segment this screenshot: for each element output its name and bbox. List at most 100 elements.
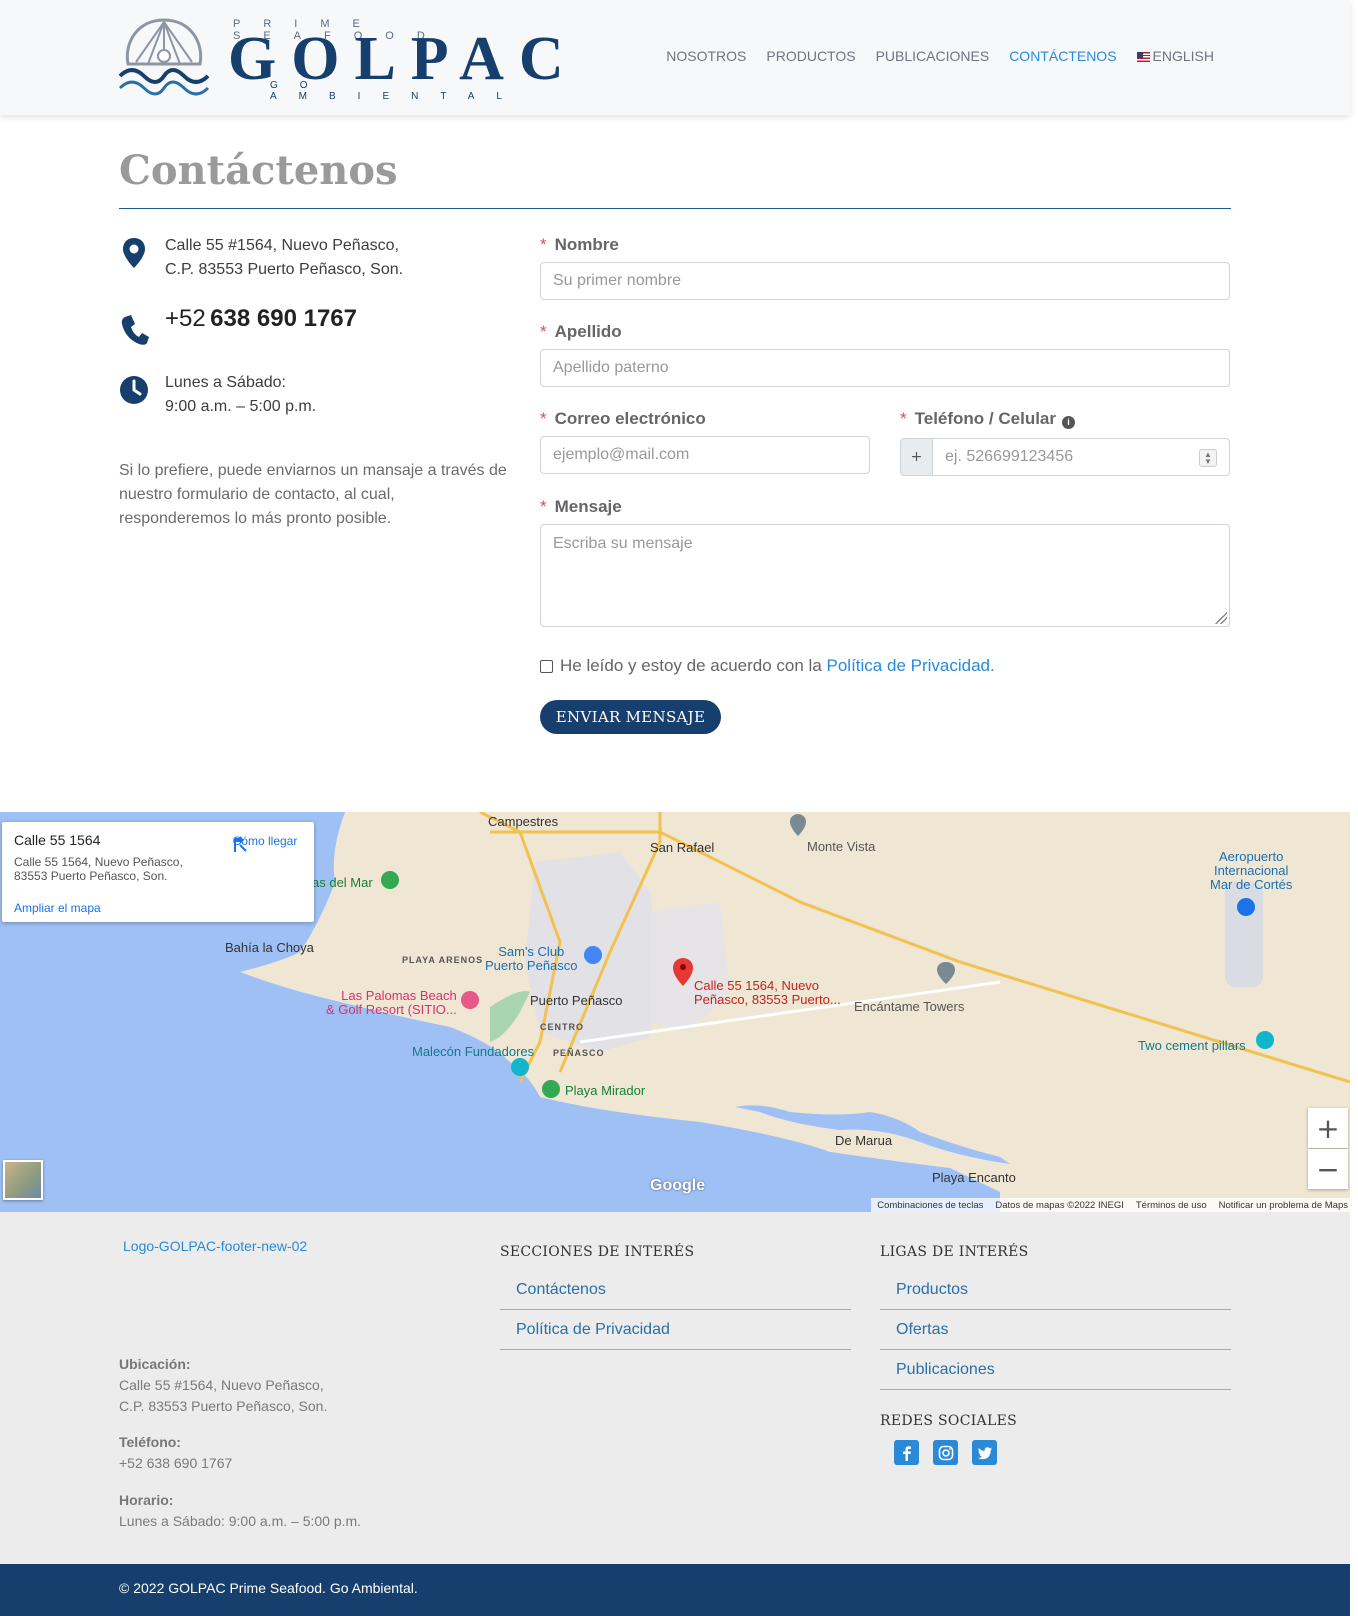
footer-location: Ubicación: Calle 55 #1564, Nuevo Peñasco… [119, 1356, 328, 1414]
map-pin-icon [123, 238, 145, 268]
map-label-malecon[interactable]: Malecón Fundadores [412, 1044, 534, 1059]
shell-logo-icon [118, 18, 210, 96]
nombre-input[interactable]: Su primer nombre [540, 262, 1230, 300]
page-title: Contáctenos [119, 147, 398, 194]
telefono-label: * Teléfono / Celular i [900, 409, 1075, 429]
send-message-button[interactable]: ENVIAR MENSAJE [540, 700, 721, 734]
apellido-label: * Apellido [540, 322, 622, 341]
resize-handle-icon[interactable] [1215, 612, 1227, 624]
google-logo: Google [650, 1177, 706, 1194]
ligas-heading: LIGAS DE INTERÉS [880, 1244, 1029, 1260]
redes-heading: REDES SOCIALES [880, 1413, 1017, 1429]
nombre-label: * Nombre [540, 235, 619, 254]
nav-contactenos[interactable]: CONTÁCTENOS [1009, 48, 1116, 64]
footer-link-publicaciones[interactable]: Publicaciones [880, 1350, 1231, 1390]
map-label-encantame[interactable]: Encántame Towers [854, 999, 964, 1014]
map-label-as-del-mar[interactable]: as del Mar [312, 875, 373, 890]
phone-field[interactable]: ej. 526699123456 ▲ ▼ [932, 438, 1230, 476]
nav-english-label: ENGLISH [1152, 48, 1214, 64]
report-problem-link[interactable]: Notificar un problema de Maps [1219, 1200, 1348, 1211]
phone-prefix-addon: + [900, 438, 933, 476]
instagram-icon[interactable] [933, 1440, 958, 1465]
map-info-card: Calle 55 1564 Calle 55 1564, Nuevo Peñas… [2, 822, 314, 922]
ligas-list: Productos Ofertas Publicaciones [880, 1270, 1231, 1390]
map-attribution-bar: Combinaciones de teclas Datos de mapas ©… [871, 1198, 1350, 1212]
secciones-heading: SECCIONES DE INTERÉS [500, 1244, 695, 1260]
map-data-credit: Datos de mapas ©2022 INEGI [995, 1199, 1124, 1211]
map-enlarge-link[interactable]: Ampliar el mapa [14, 901, 101, 915]
phone-prefix: +52 [165, 305, 206, 332]
footer-link-privacidad[interactable]: Política de Privacidad [500, 1310, 851, 1350]
address-line-2: C.P. 83553 Puerto Peñasco, Son. [165, 261, 404, 278]
phone-icon [121, 315, 149, 345]
directions-button[interactable]: Cómo llegar [230, 834, 300, 852]
address-line-1: Calle 55 #1564, Nuevo Peñasco, [165, 237, 399, 254]
number-spinner-icon[interactable]: ▲ ▼ [1199, 449, 1217, 467]
map-label-de-marua: De Marua [835, 1133, 893, 1148]
keyboard-shortcuts-link[interactable]: Combinaciones de teclas [877, 1200, 983, 1211]
nav-nosotros[interactable]: NOSOTROS [666, 48, 746, 64]
map-label-two-cement[interactable]: Two cement pillars [1138, 1038, 1246, 1053]
map-label-pin[interactable]: Calle 55 1564, Nuevo Peñasco, 83553 Puert… [694, 979, 841, 1007]
footer-phone: Teléfono: +52 638 690 1767 [119, 1434, 233, 1471]
contact-intro-text: Si lo prefiere, puede enviarnos un mansa… [119, 462, 507, 527]
us-flag-icon [1136, 52, 1150, 62]
map-label-monte-vista[interactable]: Monte Vista [807, 839, 875, 854]
correo-label: * Correo electrónico [540, 409, 706, 428]
privacy-policy-link[interactable]: Política de Privacidad. [827, 656, 995, 675]
footer-link-contactenos[interactable]: Contáctenos [500, 1270, 851, 1310]
google-map[interactable]: Campestres San Rafael Monte Vista Aeropu… [0, 812, 1350, 1212]
site-footer: Logo-GOLPAC-footer-new-02 Ubicación: Cal… [0, 1212, 1350, 1564]
map-label-playa-encanto: Playa Encanto [932, 1170, 1016, 1185]
message-textarea[interactable]: Escriba su mensaje [540, 524, 1230, 627]
directions-icon [234, 836, 247, 852]
phone-placeholder: ej. 526699123456 [945, 448, 1074, 465]
title-divider [119, 208, 1231, 209]
phone-number[interactable]: 638 690 1767 [210, 305, 357, 332]
zoom-in-button[interactable]: + [1308, 1108, 1348, 1148]
nav-publicaciones[interactable]: PUBLICACIONES [876, 48, 990, 64]
map-label-penasco: PEÑASCO [553, 1048, 605, 1058]
map-card-title: Calle 55 1564 [14, 832, 101, 848]
satellite-view-toggle[interactable] [3, 1160, 43, 1200]
secciones-list: Contáctenos Política de Privacidad [500, 1270, 851, 1350]
map-label-puerto-penasco: Puerto Peñasco [530, 993, 623, 1008]
footer-phone-label: Teléfono: [119, 1434, 181, 1450]
privacy-label: He leído y estoy de acuerdo con la Polít… [560, 656, 995, 675]
site-header: PRIME SEAFOOD GOLPAC GO AMBIENTAL NOSOTR… [0, 0, 1350, 115]
facebook-icon[interactable] [894, 1440, 919, 1465]
footer-logo-broken-image[interactable]: Logo-GOLPAC-footer-new-02 [123, 1238, 313, 1254]
zoom-out-button[interactable]: − [1308, 1149, 1348, 1189]
copyright-text: © 2022 GOLPAC Prime Seafood. Go Ambienta… [119, 1580, 418, 1596]
footer-location-label: Ubicación: [119, 1356, 191, 1372]
map-label-playa-mirador[interactable]: Playa Mirador [565, 1083, 645, 1098]
nav-productos[interactable]: PRODUCTOS [766, 48, 855, 64]
mensaje-label: * Mensaje [540, 497, 622, 516]
map-card-address: Calle 55 1564, Nuevo Peñasco, 83553 Puert… [14, 855, 183, 883]
footer-link-ofertas[interactable]: Ofertas [880, 1310, 1231, 1350]
map-label-playa-arenos: PLAYA ARENOS [402, 955, 484, 965]
footer-link-productos[interactable]: Productos [880, 1270, 1231, 1310]
message-placeholder: Escriba su mensaje [553, 535, 693, 552]
copyright-bar: © 2022 GOLPAC Prime Seafood. Go Ambienta… [0, 1564, 1350, 1616]
nav-english[interactable]: ENGLISH [1136, 48, 1214, 64]
logo-tagline-bottom: GO AMBIENTAL [270, 80, 524, 102]
map-label-campestres: Campestres [488, 814, 559, 829]
email-field[interactable]: ejemplo@mail.com [540, 436, 870, 474]
terms-link[interactable]: Términos de uso [1136, 1200, 1207, 1211]
social-icons [894, 1440, 997, 1465]
map-label-centro: CENTRO [540, 1022, 584, 1032]
map-label-san-rafael: San Rafael [650, 840, 715, 855]
hours-line-1: Lunes a Sábado: [165, 374, 286, 391]
hours-line-2: 9:00 a.m. – 5:00 p.m. [165, 398, 317, 415]
map-label-sams-club[interactable]: Sam's Club Puerto Peñasco [485, 945, 578, 973]
footer-hours-label: Horario: [119, 1492, 174, 1508]
info-icon[interactable]: i [1062, 416, 1075, 429]
map-label-las-palomas[interactable]: Las Palomas Beach & Golf Resort (SITIO... [326, 989, 457, 1017]
golpac-logo[interactable]: PRIME SEAFOOD GOLPAC GO AMBIENTAL [118, 12, 564, 102]
twitter-icon[interactable] [972, 1440, 997, 1465]
contact-page: PRIME SEAFOOD GOLPAC GO AMBIENTAL NOSOTR… [0, 0, 1358, 1616]
apellido-input[interactable]: Apellido paterno [540, 349, 1230, 387]
privacy-checkbox[interactable] [540, 660, 553, 673]
map-label-aeropuerto[interactable]: Aeropuerto Internacional Mar de Cortés [1210, 850, 1292, 892]
